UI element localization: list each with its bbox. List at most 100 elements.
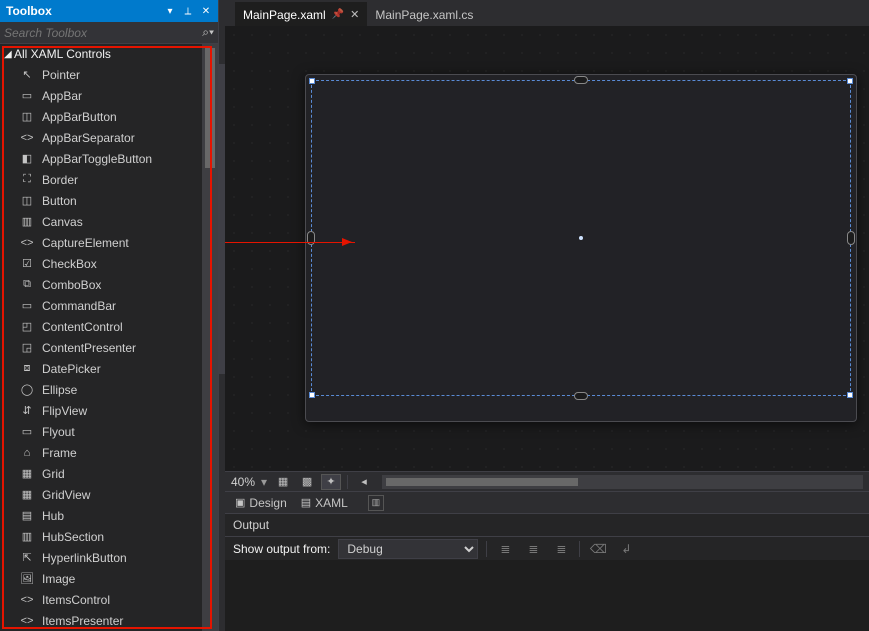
- search-input[interactable]: [4, 26, 202, 40]
- contentcontrol-icon: ◰: [18, 319, 36, 335]
- toolbox-item-appbartogglebutton[interactable]: ◧AppBarToggleButton: [0, 148, 218, 169]
- resize-handle-bottom[interactable]: [574, 392, 588, 400]
- toolbox-item-pointer[interactable]: ↖Pointer: [0, 64, 218, 85]
- resize-handle-bl[interactable]: [309, 392, 315, 398]
- design-icon: ▣: [235, 496, 245, 509]
- toolbox-item-grid[interactable]: ▦Grid: [0, 463, 218, 484]
- chevron-down-icon[interactable]: ◢: [4, 49, 14, 60]
- editor-area: MainPage.xaml 📌 ✕ MainPage.xaml.cs: [225, 0, 869, 631]
- toolbox-header: Toolbox ▾ ⟂ ✕: [0, 0, 218, 22]
- close-icon[interactable]: ✕: [350, 8, 359, 21]
- toolbox-item-label: GridView: [36, 488, 90, 502]
- grid-mode-icon[interactable]: ▦: [273, 474, 293, 490]
- close-icon[interactable]: ✕: [198, 3, 214, 19]
- tab-xaml[interactable]: ▤ XAML: [301, 496, 348, 510]
- clear-icon[interactable]: ⌫: [588, 540, 608, 558]
- toolbox-item-appbarseparator[interactable]: <>AppBarSeparator: [0, 127, 218, 148]
- toolbox-item-gridview[interactable]: ▦GridView: [0, 484, 218, 505]
- toolbox-item-appbarbutton[interactable]: ◫AppBarButton: [0, 106, 218, 127]
- resize-handle-br[interactable]: [847, 392, 853, 398]
- tab-label: MainPage.xaml: [243, 8, 326, 22]
- output-text[interactable]: [225, 560, 869, 631]
- contentpresenter-icon: ◲: [18, 340, 36, 356]
- tab-mainpage-xaml-cs[interactable]: MainPage.xaml.cs: [367, 2, 481, 26]
- toolbox-item-combobox[interactable]: ⧉ComboBox: [0, 274, 218, 295]
- toolbox-category[interactable]: ◢ All XAML Controls: [0, 44, 218, 64]
- scroll-left-icon[interactable]: ◂: [354, 474, 374, 490]
- toolbox-item-captureelement[interactable]: <>CaptureElement: [0, 232, 218, 253]
- toolbox-title: Toolbox: [6, 4, 162, 18]
- word-wrap-icon[interactable]: ↲: [616, 540, 636, 558]
- appbarbutton-icon: ◫: [18, 109, 36, 125]
- document-tabs: MainPage.xaml 📌 ✕ MainPage.xaml.cs: [225, 0, 869, 26]
- appbar-icon: ▭: [18, 88, 36, 104]
- toolbox-item-itemscontrol[interactable]: <>ItemsControl: [0, 589, 218, 610]
- resize-handle-tl[interactable]: [309, 78, 315, 84]
- toolbox-item-hubsection[interactable]: ▥HubSection: [0, 526, 218, 547]
- toolbox-item-itemspresenter[interactable]: <>ItemsPresenter: [0, 610, 218, 631]
- toolbox-item-contentpresenter[interactable]: ◲ContentPresenter: [0, 337, 218, 358]
- designer-h-scrollbar[interactable]: [382, 475, 863, 489]
- snap-lines-icon[interactable]: ✦: [321, 474, 341, 490]
- indent-left-icon[interactable]: ≣: [495, 540, 515, 558]
- search-icon[interactable]: ⌕▾: [202, 25, 214, 40]
- separator: [347, 475, 348, 489]
- pointer-icon: ↖: [18, 67, 36, 83]
- toolbox-item-ellipse[interactable]: ◯Ellipse: [0, 379, 218, 400]
- toolbox-item-flipview[interactable]: ⇵FlipView: [0, 400, 218, 421]
- selection-rectangle[interactable]: [311, 80, 851, 396]
- resize-handle-tr[interactable]: [847, 78, 853, 84]
- toolbox-item-image[interactable]: 🖼Image: [0, 568, 218, 589]
- itemspresenter-icon: <>: [18, 613, 36, 629]
- indent-right-icon[interactable]: ≣: [523, 540, 543, 558]
- toolbox-item-appbar[interactable]: ▭AppBar: [0, 85, 218, 106]
- toolbox-item-button[interactable]: ◫Button: [0, 190, 218, 211]
- toolbox-item-canvas[interactable]: ▥Canvas: [0, 211, 218, 232]
- image-icon: 🖼: [18, 571, 36, 587]
- output-source-select[interactable]: Debug: [338, 539, 478, 559]
- toolbox-item-flyout[interactable]: ▭Flyout: [0, 421, 218, 442]
- hyperlinkbutton-icon: ⇱: [18, 550, 36, 566]
- tab-mainpage-xaml[interactable]: MainPage.xaml 📌 ✕: [235, 2, 367, 26]
- zoom-level[interactable]: 40%: [231, 475, 255, 489]
- output-panel: Output Show output from: Debug ≣ ≣ ≣ ⌫ ↲: [225, 513, 869, 631]
- toolbox-item-label: ItemsPresenter: [36, 614, 123, 628]
- toolbox-item-label: CaptureElement: [36, 236, 129, 250]
- itemscontrol-icon: <>: [18, 592, 36, 608]
- checkbox-icon: ☑: [18, 256, 36, 272]
- toolbox-item-commandbar[interactable]: ▭CommandBar: [0, 295, 218, 316]
- border-icon: ⛶: [18, 172, 36, 188]
- tab-xaml-label: XAML: [315, 496, 348, 510]
- toolbox-item-checkbox[interactable]: ☑CheckBox: [0, 253, 218, 274]
- resize-handle-right[interactable]: [847, 231, 855, 245]
- toolbox-search[interactable]: ⌕▾: [0, 22, 218, 44]
- toolbox-item-datepicker[interactable]: ⧈DatePicker: [0, 358, 218, 379]
- window-options-icon[interactable]: ▾: [162, 3, 178, 19]
- flyout-icon: ▭: [18, 424, 36, 440]
- category-label: All XAML Controls: [14, 47, 111, 61]
- resize-handle-top[interactable]: [574, 76, 588, 84]
- tab-design[interactable]: ▣ Design: [235, 496, 287, 510]
- toolbox-item-frame[interactable]: ⌂Frame: [0, 442, 218, 463]
- toolbox-item-hub[interactable]: ▤Hub: [0, 505, 218, 526]
- toolbox-item-hyperlinkbutton[interactable]: ⇱HyperlinkButton: [0, 547, 218, 568]
- toolbox-item-label: AppBarSeparator: [36, 131, 135, 145]
- pin-icon[interactable]: ⟂: [180, 3, 196, 19]
- toolbox-scrollbar[interactable]: [202, 44, 218, 631]
- toolbox-item-border[interactable]: ⛶Border: [0, 169, 218, 190]
- toolbox-item-label: AppBarButton: [36, 110, 117, 124]
- design-xaml-tabs: ▣ Design ▤ XAML ▥: [225, 491, 869, 513]
- arrow-annotation: [225, 242, 355, 243]
- toolbox-item-label: Pointer: [36, 68, 80, 82]
- toolbox-item-contentcontrol[interactable]: ◰ContentControl: [0, 316, 218, 337]
- zoom-dropdown-icon[interactable]: ▾: [259, 475, 269, 489]
- toolbox-item-label: Border: [36, 173, 78, 187]
- toolbox-item-label: Canvas: [36, 215, 83, 229]
- output-toolbar: Show output from: Debug ≣ ≣ ≣ ⌫ ↲: [225, 536, 869, 560]
- indent-icon[interactable]: ≣: [551, 540, 571, 558]
- split-view-icon[interactable]: ▥: [368, 495, 384, 511]
- snap-grid-icon[interactable]: ▩: [297, 474, 317, 490]
- pin-icon[interactable]: 📌: [332, 9, 344, 20]
- xaml-designer[interactable]: [225, 26, 869, 471]
- frame-icon: ⌂: [18, 445, 36, 461]
